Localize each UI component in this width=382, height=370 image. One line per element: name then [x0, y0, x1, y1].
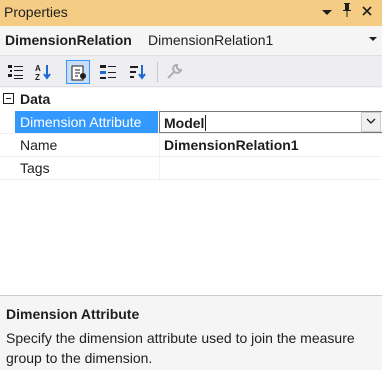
property-name: Dimension Attribute [15, 111, 158, 133]
chevron-down-icon [322, 10, 332, 15]
property-name: Tags [20, 160, 50, 176]
chevron-down-icon[interactable] [369, 37, 377, 41]
text-caret [205, 115, 207, 131]
object-type: DimensionRelation1 [148, 32, 274, 48]
property-row-name[interactable]: Name DimensionRelation1 [0, 134, 382, 157]
property-value[interactable] [159, 157, 382, 179]
window-title: Properties [4, 4, 68, 20]
description-title: Dimension Attribute [6, 306, 140, 322]
pin-icon [343, 3, 351, 17]
sort-icon [130, 65, 146, 80]
toolbar-separator [157, 62, 158, 82]
object-name: DimensionRelation [5, 32, 132, 48]
property-value[interactable]: DimensionRelation1 [159, 134, 382, 156]
chevron-down-icon [366, 118, 376, 124]
properties-page-icon [71, 65, 86, 81]
description-text: Specify the dimension attribute used to … [6, 330, 355, 366]
property-value-input[interactable]: Model [159, 111, 382, 133]
collapse-icon[interactable] [3, 93, 14, 104]
events-icon [100, 65, 116, 79]
category-data[interactable]: Data [0, 88, 382, 110]
events-button[interactable] [96, 60, 120, 84]
close-button[interactable] [358, 3, 376, 21]
property-row-dimension-attribute[interactable]: Dimension Attribute Model [0, 111, 382, 134]
value-dropdown-button[interactable] [361, 112, 381, 132]
window-menu-dropdown[interactable] [318, 3, 336, 21]
wrench-icon [167, 64, 183, 79]
property-value-text: Model [164, 115, 205, 131]
pin-button[interactable] [338, 3, 356, 21]
svg-text:A: A [35, 64, 41, 73]
property-name: Name [20, 137, 58, 153]
property-row-tags[interactable]: Tags [0, 157, 382, 180]
properties-toolbar: A Z [0, 55, 382, 87]
title-bar: Properties [0, 0, 382, 26]
properties-page-button[interactable] [66, 60, 90, 84]
alphabetical-button[interactable]: A Z [32, 60, 56, 84]
property-grid: Data Dimension Attribute Model Name Dime… [0, 88, 382, 295]
sort-button[interactable] [126, 60, 150, 84]
category-label: Data [20, 91, 51, 107]
svg-text:Z: Z [35, 73, 40, 81]
categorized-icon [8, 65, 23, 79]
object-selector[interactable]: DimensionRelation DimensionRelation1 [0, 26, 382, 55]
description-panel: Dimension Attribute Specify the dimensio… [0, 295, 382, 370]
categorized-button[interactable] [4, 60, 28, 84]
alphabetical-icon: A Z [35, 64, 51, 81]
close-icon [362, 6, 372, 16]
property-pages-button[interactable] [162, 60, 186, 84]
